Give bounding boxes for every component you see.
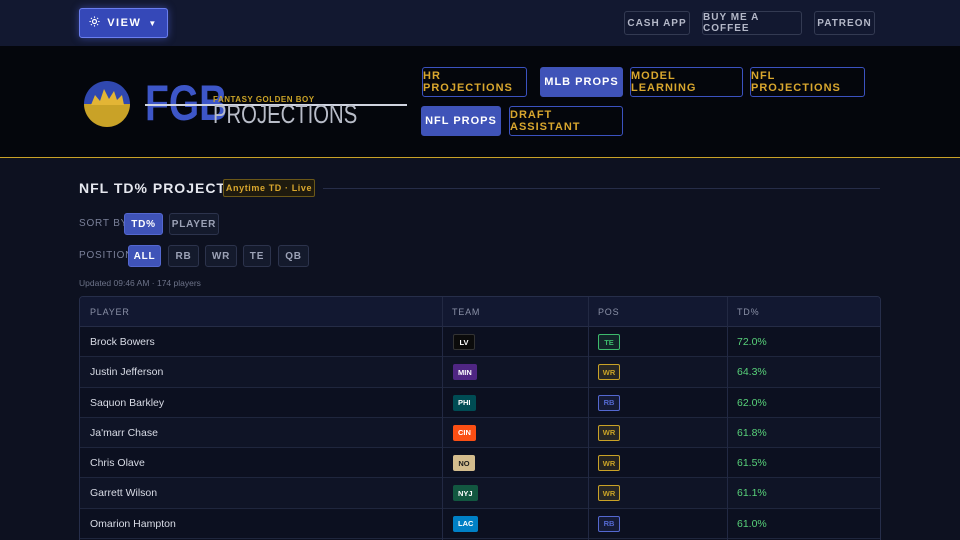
position-badge: TE — [598, 334, 620, 350]
td-percentage: 62.0% — [737, 396, 767, 409]
position-badge: RB — [598, 515, 620, 532]
player-name: Garrett Wilson — [90, 487, 158, 500]
position-badge: RB — [598, 394, 620, 411]
player-name: Ja'marr Chase — [90, 426, 158, 439]
team-badge: MIN — [453, 364, 477, 381]
position-qb-button[interactable]: QB — [278, 245, 309, 267]
view-label: VIEW — [107, 17, 142, 29]
team-badge: CIN — [453, 424, 476, 441]
nav-draft-assistant[interactable]: DRAFT ASSISTANT — [509, 106, 623, 136]
player-name: Saquon Barkley — [90, 396, 165, 409]
table-header: PLAYER TEAM POS TD% — [80, 297, 880, 327]
buy-me-a-coffee-link[interactable]: BUY ME A COFFEE — [702, 11, 802, 35]
position-badge: WR — [598, 364, 620, 381]
position-rb-button[interactable]: RB — [168, 245, 199, 267]
column-header-td[interactable]: TD% — [737, 307, 759, 317]
position-te-button[interactable]: TE — [243, 245, 271, 267]
title-divider — [323, 188, 880, 189]
nav-nfl-props[interactable]: NFL PROPS — [421, 106, 501, 136]
sort-player-button[interactable]: PLAYER — [169, 213, 219, 235]
logo-projections-text: PROJECTIONS — [213, 99, 358, 129]
column-header-pos[interactable]: POS — [598, 307, 619, 317]
table-row[interactable]: Ja'marr Chase CIN WR 61.8% — [80, 417, 880, 449]
table-row[interactable]: Omarion Hampton LAC RB 61.0% — [80, 509, 880, 540]
nav-nfl-projections[interactable]: NFL PROJECTIONS — [750, 67, 865, 97]
patreon-link[interactable]: PATREON — [814, 11, 875, 35]
player-name: Chris Olave — [90, 457, 145, 470]
td-percentage: 61.0% — [737, 517, 767, 530]
sun-icon — [89, 16, 100, 30]
status-badge: Anytime TD · Live — [223, 179, 315, 197]
column-divider — [442, 297, 443, 540]
position-badge: WR — [598, 424, 620, 441]
site-header — [0, 46, 960, 157]
table-row[interactable]: Brock Bowers LV TE 72.0% — [80, 327, 880, 358]
table-body: Brock Bowers LV TE 72.0% Justin Jefferson MIN… — [80, 327, 880, 540]
column-divider — [588, 297, 589, 540]
updated-timestamp: Updated 09:46 AM · 174 players — [79, 278, 201, 288]
player-name: Justin Jefferson — [90, 366, 164, 379]
player-name: Omarion Hampton — [90, 517, 176, 530]
column-divider — [727, 297, 728, 540]
position-wr-button[interactable]: WR — [205, 245, 237, 267]
top-bar: VIEW ▼ CASH APP BUY ME A COFFEE PATREON — [0, 0, 960, 46]
chevron-down-icon: ▼ — [148, 18, 158, 28]
position-badge: WR — [598, 485, 620, 502]
td-percentage: 61.8% — [737, 426, 767, 439]
nav-model-learning[interactable]: MODEL LEARNING — [630, 67, 743, 97]
table-row[interactable]: Chris Olave NO WR 61.5% — [80, 448, 880, 479]
team-badge: NO — [453, 455, 475, 472]
column-header-team[interactable]: TEAM — [452, 307, 480, 317]
player-name: Brock Bowers — [90, 336, 155, 348]
view-button[interactable]: VIEW ▼ — [79, 8, 168, 38]
position-badge: WR — [598, 455, 620, 472]
table-row[interactable]: Saquon Barkley PHI RB 62.0% — [80, 388, 880, 418]
projections-table: PLAYER TEAM POS TD% Brock Bowers LV TE 72.0… — [79, 296, 881, 540]
td-percentage: 61.5% — [737, 457, 767, 470]
td-percentage: 64.3% — [737, 366, 767, 379]
table-row[interactable]: Justin Jefferson MIN WR 64.3% — [80, 357, 880, 388]
td-percentage: 72.0% — [737, 336, 767, 348]
logo-crown-icon[interactable] — [84, 81, 130, 132]
team-badge: LAC — [453, 515, 479, 532]
cash-app-link[interactable]: CASH APP — [624, 11, 690, 35]
team-badge: LV — [453, 334, 475, 350]
header-divider — [0, 157, 960, 158]
team-badge: NYJ — [453, 485, 478, 502]
column-header-player[interactable]: PLAYER — [90, 307, 130, 317]
team-badge: PHI — [453, 394, 476, 411]
table-row[interactable]: Garrett Wilson NYJ WR 61.1% — [80, 478, 880, 509]
position-all-button[interactable]: ALL — [128, 245, 161, 267]
nav-hr-projections[interactable]: HR PROJECTIONS — [422, 67, 527, 97]
sort-td-button[interactable]: TD% — [124, 213, 163, 235]
td-percentage: 61.1% — [737, 487, 767, 500]
nav-mlb-props[interactable]: MLB PROPS — [540, 67, 623, 97]
